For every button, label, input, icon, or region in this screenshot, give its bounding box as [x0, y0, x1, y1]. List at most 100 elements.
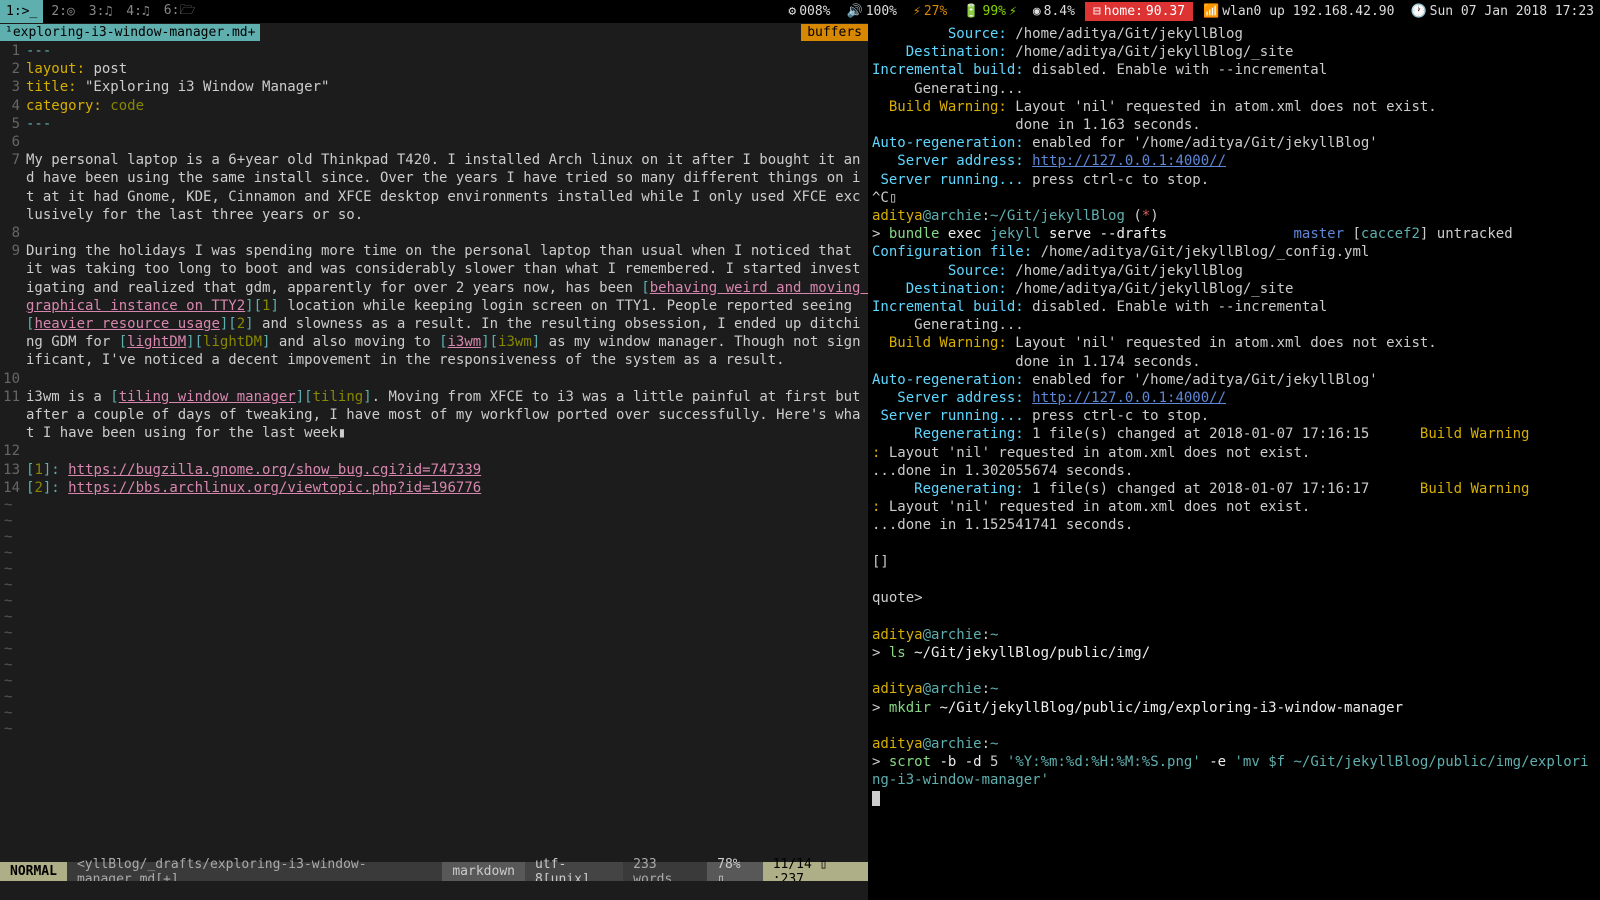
terminal-line: Server running... press ctrl-c to stop.	[872, 171, 1596, 189]
cpu-status: ⚙ 008%	[782, 4, 836, 19]
terminal-line: done in 1.163 seconds.	[872, 116, 1596, 134]
empty-line-tilde: ~	[0, 513, 868, 529]
vim-wordcount: 233 words	[623, 862, 707, 881]
vim-filename: <yllBlog/_drafts/exploring-i3-window-man…	[67, 862, 442, 881]
empty-line-tilde: ~	[0, 497, 868, 513]
terminal-line: : Layout 'nil' requested in atom.xml doe…	[872, 444, 1596, 462]
editor-line: 3title: "Exploring i3 Window Manager"	[0, 78, 868, 96]
editor-line: 9During the holidays I was spending more…	[0, 242, 868, 369]
terminal-line	[872, 535, 1596, 553]
vim-position: 11/14 ▯ :237	[763, 862, 868, 881]
editor-line: 6	[0, 133, 868, 151]
editor-line: 7My personal laptop is a 6+year old Thin…	[0, 151, 868, 224]
terminal-line: > mkdir ~/Git/jekyllBlog/public/img/expl…	[872, 699, 1596, 717]
buffers-indicator[interactable]: buffers	[801, 24, 868, 41]
workspace-4[interactable]: 4:♫	[120, 0, 155, 25]
terminal-line: Source: /home/aditya/Git/jekyllBlog	[872, 262, 1596, 280]
editor-body[interactable]: 1---2layout: post3title: "Exploring i3 W…	[0, 42, 868, 497]
terminal-line: ...done in 1.302055674 seconds.	[872, 462, 1596, 480]
memory-status: ◉ 8.4%	[1027, 4, 1081, 19]
terminal-output: Source: /home/aditya/Git/jekyllBlog Dest…	[872, 25, 1596, 790]
terminal-line: Regenerating: 1 file(s) changed at 2018-…	[872, 425, 1596, 443]
empty-line-tilde: ~	[0, 625, 868, 641]
terminal-line: done in 1.174 seconds.	[872, 353, 1596, 371]
terminal-line: Generating...	[872, 80, 1596, 98]
datetime-status: 🕐 Sun 07 Jan 2018 17:23	[1404, 4, 1600, 19]
vim-tabline: ¹exploring-i3-window-manager.md+ buffers	[0, 23, 868, 42]
editor-line: 1---	[0, 42, 868, 60]
brightness-status: ⚡ 27%	[907, 4, 953, 19]
empty-line-tilde: ~	[0, 577, 868, 593]
terminal-pane[interactable]: Source: /home/aditya/Git/jekyllBlog Dest…	[868, 23, 1600, 900]
terminal-line: Incremental build: disabled. Enable with…	[872, 61, 1596, 79]
empty-line-tilde: ~	[0, 593, 868, 609]
vim-encoding: utf-8[unix]	[525, 862, 623, 881]
vim-statusline: NORMAL <yllBlog/_drafts/exploring-i3-win…	[0, 862, 868, 881]
vim-percent: 78% ▯	[707, 862, 763, 881]
terminal-line: Server address: http://127.0.0.1:4000//	[872, 389, 1596, 407]
terminal-line	[872, 608, 1596, 626]
editor-line: 10	[0, 370, 868, 388]
terminal-line: quote>	[872, 589, 1596, 607]
terminal-line	[872, 717, 1596, 735]
terminal-line: : Layout 'nil' requested in atom.xml doe…	[872, 498, 1596, 516]
empty-line-tilde: ~	[0, 641, 868, 657]
terminal-line: Build Warning: Layout 'nil' requested in…	[872, 334, 1596, 352]
i3-status-bar: 1:>_2:◎3:♫4:♫6:🗁 ⚙ 008% 🔊 100% ⚡ 27% 🔋 9…	[0, 0, 1600, 23]
terminal-line: Source: /home/aditya/Git/jekyllBlog	[872, 25, 1596, 43]
empty-line-tilde: ~	[0, 657, 868, 673]
empty-line-tilde: ~	[0, 689, 868, 705]
terminal-line: Build Warning: Layout 'nil' requested in…	[872, 98, 1596, 116]
terminal-line: Generating...	[872, 316, 1596, 334]
terminal-cursor	[872, 791, 880, 806]
terminal-line: Destination: /home/aditya/Git/jekyllBlog…	[872, 43, 1596, 61]
workspace-list: 1:>_2:◎3:♫4:♫6:🗁	[0, 0, 202, 25]
vim-mode: NORMAL	[0, 862, 67, 881]
vim-cmdline[interactable]	[0, 881, 868, 900]
terminal-line: Configuration file: /home/aditya/Git/jek…	[872, 243, 1596, 261]
workspace-1[interactable]: 1:>_	[0, 0, 43, 25]
disk-status: ⊟ home: 90.37	[1085, 2, 1193, 21]
workspace-6[interactable]: 6:🗁	[158, 0, 202, 25]
terminal-line: Server running... press ctrl-c to stop.	[872, 407, 1596, 425]
terminal-line: Auto-regeneration: enabled for '/home/ad…	[872, 134, 1596, 152]
terminal-line: > ls ~/Git/jekyllBlog/public/img/	[872, 644, 1596, 662]
vim-editor-pane[interactable]: ¹exploring-i3-window-manager.md+ buffers…	[0, 23, 868, 900]
terminal-line: aditya@archie:~	[872, 735, 1596, 753]
terminal-line: > scrot -b -d 5 '%Y:%m:%d:%H:%M:%S.png' …	[872, 753, 1596, 789]
empty-line-tilde: ~	[0, 721, 868, 737]
main-content: ¹exploring-i3-window-manager.md+ buffers…	[0, 23, 1600, 900]
status-area: ⚙ 008% 🔊 100% ⚡ 27% 🔋 99% ⚡ ◉ 8.4% ⊟ hom…	[782, 2, 1600, 21]
terminal-line: aditya@archie:~/Git/jekyllBlog (*)	[872, 207, 1596, 225]
workspace-3[interactable]: 3:♫	[83, 0, 118, 25]
terminal-line: aditya@archie:~	[872, 626, 1596, 644]
editor-line: 13[1]: https://bugzilla.gnome.org/show_b…	[0, 461, 868, 479]
empty-line-tilde: ~	[0, 609, 868, 625]
terminal-line: ^C▯	[872, 189, 1596, 207]
empty-line-tilde: ~	[0, 673, 868, 689]
empty-line-tilde: ~	[0, 561, 868, 577]
editor-line: 8	[0, 224, 868, 242]
empty-line-tilde: ~	[0, 545, 868, 561]
editor-line: 4category: code	[0, 97, 868, 115]
vim-tab[interactable]: ¹exploring-i3-window-manager.md+	[0, 24, 260, 41]
empty-line-tilde: ~	[0, 705, 868, 721]
terminal-line: Server address: http://127.0.0.1:4000//	[872, 152, 1596, 170]
terminal-line: []	[872, 553, 1596, 571]
battery-status: 🔋 99% ⚡	[957, 4, 1023, 19]
editor-line: 12	[0, 442, 868, 460]
workspace-2[interactable]: 2:◎	[45, 0, 80, 25]
terminal-line: aditya@archie:~	[872, 680, 1596, 698]
editor-line: 5---	[0, 115, 868, 133]
terminal-line: ...done in 1.152541741 seconds.	[872, 516, 1596, 534]
editor-line: 14[2]: https://bbs.archlinux.org/viewtop…	[0, 479, 868, 497]
terminal-line: Destination: /home/aditya/Git/jekyllBlog…	[872, 280, 1596, 298]
empty-line-tilde: ~	[0, 529, 868, 545]
terminal-line: Incremental build: disabled. Enable with…	[872, 298, 1596, 316]
editor-line: 11i3wm is a [tiling window manager][tili…	[0, 388, 868, 443]
volume-status: 🔊 100%	[841, 4, 904, 19]
terminal-line	[872, 662, 1596, 680]
editor-line: 2layout: post	[0, 60, 868, 78]
network-status: 📶 wlan0 up 192.168.42.90	[1197, 4, 1400, 19]
terminal-line: Regenerating: 1 file(s) changed at 2018-…	[872, 480, 1596, 498]
